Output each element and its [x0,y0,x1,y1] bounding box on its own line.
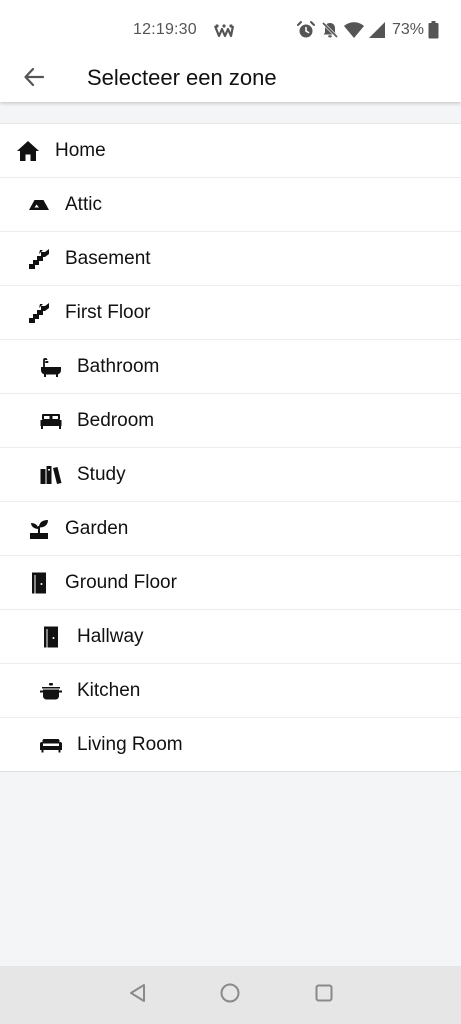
zone-item-bathroom[interactable]: Bathroom [0,340,461,394]
battery-percent: 73% [391,21,424,38]
zone-item-hallway[interactable]: Hallway [0,610,461,664]
zone-item-ground-floor[interactable]: Ground Floor [0,556,461,610]
zone-label: Bathroom [77,355,160,377]
door-icon [39,625,63,649]
status-bar: 12:19:30 73% [0,0,461,54]
battery-icon [428,21,439,39]
zone-item-garden[interactable]: Garden [0,502,461,556]
zone-label: Ground Floor [65,571,177,593]
wifi-icon [343,21,364,39]
zone-item-kitchen[interactable]: Kitchen [0,664,461,718]
bed-icon [39,409,63,433]
zone-list: Home Attic Basement First Floor Bathroom… [0,123,461,772]
notifications-off-icon [320,20,340,40]
nav-home-button[interactable] [218,983,242,1007]
plant-icon [27,517,51,541]
zone-item-home[interactable]: Home [0,124,461,178]
zone-item-bedroom[interactable]: Bedroom [0,394,461,448]
zone-label: First Floor [65,301,151,323]
alarm-icon [296,20,316,40]
zone-label: Hallway [77,625,144,647]
zone-label: Garden [65,517,129,539]
zone-label: Attic [65,193,102,215]
status-time: 12:19:30 [133,21,197,38]
zone-label: Living Room [77,733,183,755]
zone-label: Kitchen [77,679,141,701]
screen: 12:19:30 73% Selecteer een zone Home Att… [0,0,461,1024]
stairs-icon [27,301,51,325]
home-icon [16,139,40,163]
arrow-back-icon [23,66,45,93]
zone-item-study[interactable]: Study [0,448,461,502]
zone-label: Basement [65,247,151,269]
home-circle-icon [219,982,241,1009]
zone-label: Home [55,139,106,161]
zone-label: Bedroom [77,409,155,431]
navigation-bar [0,966,461,1024]
books-icon [39,463,63,487]
status-icons: 73% [296,18,439,42]
attic-icon [27,193,51,217]
stairs-icon [27,247,51,271]
app-bar: Selecteer een zone [0,54,461,102]
signal-icon [368,21,386,39]
nav-back-button[interactable] [126,983,150,1007]
app-notification-icon [213,24,235,38]
back-button[interactable] [14,59,54,99]
zone-item-attic[interactable]: Attic [0,178,461,232]
nav-recents-button[interactable] [312,983,336,1007]
zone-item-living-room[interactable]: Living Room [0,718,461,771]
sofa-icon [39,733,63,757]
cooking-pot-icon [39,679,63,703]
recents-square-icon [313,982,335,1009]
zone-item-first-floor[interactable]: First Floor [0,286,461,340]
door-icon [27,571,51,595]
zone-item-basement[interactable]: Basement [0,232,461,286]
page-title: Selecteer een zone [87,65,277,90]
bathtub-icon [39,355,63,379]
zone-label: Study [77,463,126,485]
back-triangle-icon [127,982,149,1009]
